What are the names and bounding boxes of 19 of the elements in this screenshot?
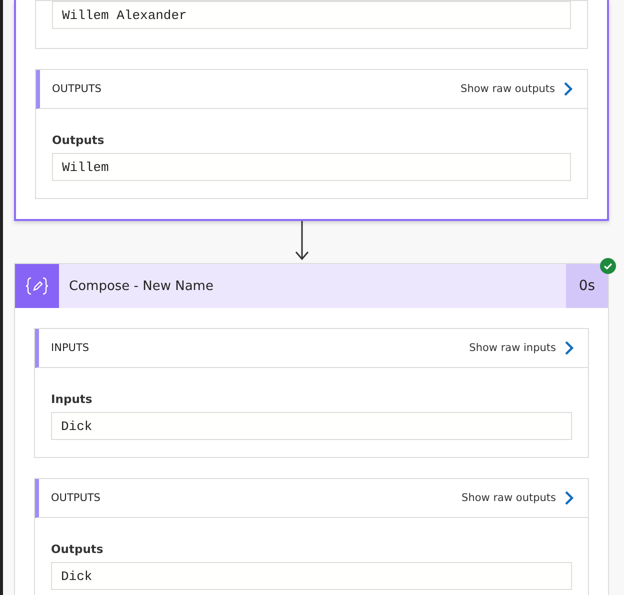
- chevron-right-icon: [564, 340, 574, 356]
- field-label: Inputs: [51, 392, 94, 406]
- field-label: Outputs: [52, 133, 106, 147]
- chevron-right-icon: [564, 490, 574, 506]
- field-value: Dick: [61, 418, 92, 434]
- flow-arrow: [295, 221, 309, 261]
- duration-label: 0s: [566, 264, 608, 308]
- show-raw-link[interactable]: Show raw outputs: [460, 81, 573, 97]
- field-value: Willem: [62, 160, 109, 174]
- action-title[interactable]: Compose - New Name: [59, 278, 566, 294]
- show-raw-link[interactable]: Show raw outputs: [462, 490, 574, 506]
- field-label: Outputs: [51, 542, 104, 556]
- section-title: OUTPUTS: [52, 83, 102, 95]
- section-title: INPUTS: [51, 342, 90, 354]
- chevron-right-icon: [563, 81, 573, 97]
- section-title: OUTPUTS: [51, 492, 100, 504]
- field-value: Dick: [61, 568, 92, 584]
- show-raw-link[interactable]: Show raw inputs: [469, 340, 574, 356]
- field-value: Willem Alexander: [62, 8, 187, 22]
